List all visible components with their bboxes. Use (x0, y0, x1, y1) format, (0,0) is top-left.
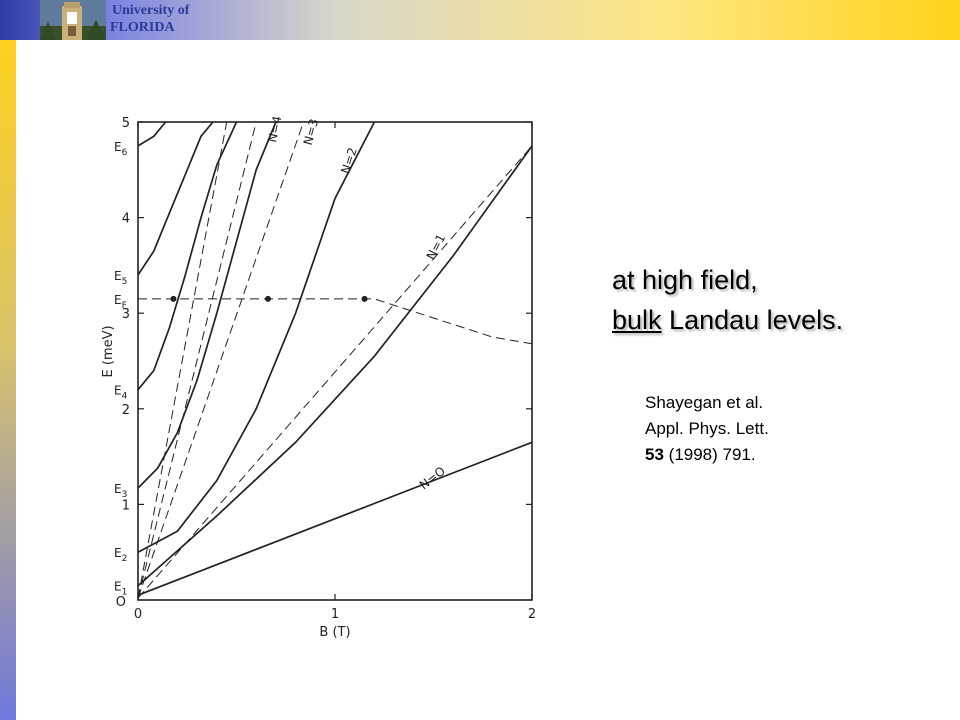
curve-label: N=O (417, 464, 448, 493)
asymptote-dashed-line (137, 121, 228, 599)
landau-level-chart: 0 1 212345OE1E2E3E4E5EFE6N=ON=1N=2N=3N=4B … (101, 115, 536, 640)
level-curve (137, 121, 214, 276)
level-curve (137, 121, 376, 553)
side-bar (0, 40, 16, 720)
asymptote-dashed-line (137, 121, 257, 599)
level-curve (137, 441, 533, 596)
level-curve (137, 121, 277, 489)
headline-line-2: bulk Landau levels. (612, 300, 843, 340)
asymptote-dashed-line (137, 145, 533, 599)
subband-label: E4 (114, 384, 128, 402)
fermi-marker-dot (361, 295, 368, 302)
university-tower-logo (40, 0, 106, 40)
logo-line-1: University of (112, 3, 190, 18)
x-tick-label: 0 (134, 607, 142, 622)
headline-bulk-word: bulk (612, 305, 662, 335)
headline-rest: Landau levels. (669, 305, 844, 335)
university-wordmark: University of FLORIDA (110, 2, 189, 36)
level-curve (137, 121, 238, 391)
y-tick-label: 2 (122, 403, 130, 418)
level-curve (137, 145, 533, 587)
citation: Shayegan et al. Appl. Phys. Lett. 53 (19… (645, 390, 769, 468)
headline-line-1: at high field, (612, 265, 758, 295)
subband-label: E3 (114, 482, 127, 500)
fermi-marker-dot (170, 295, 177, 302)
asymptote-dashed-line (137, 121, 304, 599)
asymptote-dashed-line (138, 298, 533, 345)
citation-year-page: (1998) 791. (668, 445, 756, 464)
subband-label: E2 (114, 546, 127, 564)
y-tick-label: 4 (122, 212, 130, 227)
citation-authors: Shayegan et al. (645, 393, 764, 412)
x-tick-label: 2 (528, 607, 536, 622)
citation-volume: 53 (645, 445, 664, 464)
subband-label: EF (114, 293, 127, 311)
level-curve (137, 121, 167, 147)
y-axis-label: E (meV) (101, 325, 116, 377)
citation-journal: Appl. Phys. Lett. (645, 419, 769, 438)
headline: at high field, bulk Landau levels. (612, 260, 843, 340)
logo-line-2: FLORIDA (110, 20, 175, 35)
curve-label: N=2 (338, 146, 360, 176)
citation-volume-line: 53 (1998) 791. (645, 442, 769, 468)
subband-label: E5 (114, 269, 127, 287)
curve-label: N=4 (265, 115, 284, 144)
x-axis-label: B (T) (319, 625, 350, 640)
x-tick-label: 1 (331, 607, 339, 622)
fermi-marker-dot (265, 295, 272, 302)
y-tick-label: 1 (122, 498, 130, 513)
y-tick-label: 5 (122, 116, 130, 131)
subband-label: E6 (114, 140, 128, 158)
